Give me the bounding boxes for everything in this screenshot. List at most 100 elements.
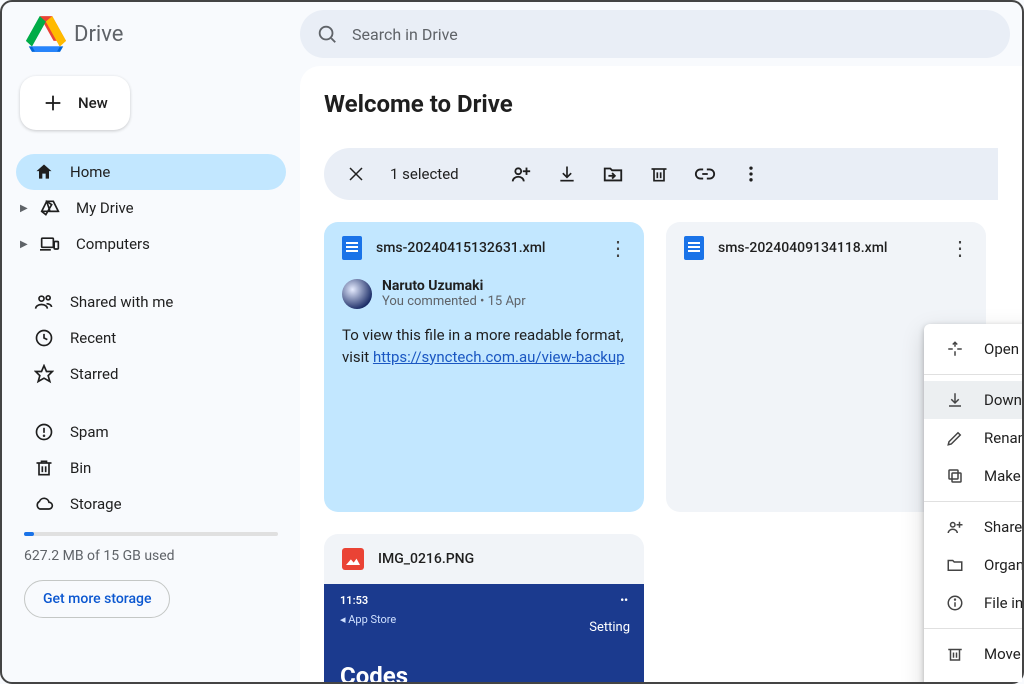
share-button[interactable] — [509, 162, 533, 186]
ctx-organise[interactable]: Organise ▸ — [924, 546, 1022, 584]
card-more-button[interactable]: ⋮ — [942, 236, 978, 260]
product-name: Drive — [74, 22, 123, 47]
trash-icon — [944, 645, 966, 663]
move-button[interactable] — [601, 162, 625, 186]
ctx-label: File information — [984, 594, 1022, 612]
ctx-download[interactable]: Download — [924, 381, 1022, 419]
devices-icon — [40, 234, 60, 254]
ctx-label: Organise — [984, 556, 1022, 574]
storage-meter — [24, 532, 278, 536]
sidebar-item-label: Shared with me — [70, 293, 173, 311]
image-preview: 11:53 •• ◂ App Store Setting Codes — [324, 584, 644, 682]
ctx-make-copy[interactable]: Make a copy Ctrl+C Ctrl+V — [924, 457, 1022, 495]
commenter-name: Naruto Uzumaki — [382, 278, 526, 294]
ctx-label: Open with — [984, 340, 1022, 358]
ctx-label: Make a copy — [984, 467, 1022, 485]
preview-subtext: ◂ App Store — [340, 613, 628, 626]
preview-settings-label: Setting — [589, 620, 630, 635]
selection-action-bar: 1 selected — [324, 148, 998, 200]
info-icon — [944, 594, 966, 612]
plus-icon — [42, 92, 64, 114]
download-button[interactable] — [555, 162, 579, 186]
shared-icon — [34, 292, 54, 312]
file-card-selected[interactable]: sms-20240415132631.xml ⋮ Naruto Uzumaki … — [324, 222, 644, 512]
sidebar-item-label: Starred — [70, 365, 118, 383]
sidebar-item-computers[interactable]: ▶ Computers — [16, 226, 286, 262]
ctx-move-to-bin[interactable]: Move to bin — [924, 635, 1022, 673]
file-name: sms-20240409134118.xml — [718, 240, 928, 256]
download-icon — [944, 391, 966, 409]
ctx-open-with[interactable]: Open with ▸ — [924, 330, 1022, 368]
ctx-label: Move to bin — [984, 645, 1022, 663]
ctx-share[interactable]: Share ▸ — [924, 508, 1022, 546]
link-button[interactable] — [693, 162, 717, 186]
new-button-label: New — [78, 94, 108, 112]
sidebar-item-spam[interactable]: Spam — [16, 414, 286, 450]
sidebar-item-my-drive[interactable]: ▶ My Drive — [16, 190, 286, 226]
star-icon — [34, 364, 54, 384]
search-placeholder: Search in Drive — [352, 25, 458, 44]
card-more-button[interactable]: ⋮ — [600, 236, 636, 260]
more-actions-button[interactable] — [739, 162, 763, 186]
sidebar-item-home[interactable]: Home — [16, 154, 286, 190]
file-type-icon — [342, 236, 362, 260]
sidebar-item-label: Recent — [70, 329, 116, 347]
storage-usage-text: 627.2 MB of 15 GB used — [16, 544, 286, 580]
drive-logo-icon — [26, 16, 66, 52]
share-icon — [944, 518, 966, 536]
bin-icon — [34, 458, 54, 478]
sidebar-item-label: Storage — [70, 495, 122, 513]
header: Drive Search in Drive — [2, 2, 1022, 66]
new-button[interactable]: New — [20, 76, 130, 130]
preview-big-label: Codes — [340, 662, 408, 682]
selection-count: 1 selected — [390, 165, 459, 183]
folder-icon — [944, 556, 966, 574]
sidebar-item-label: Bin — [70, 459, 91, 477]
drive-icon — [40, 198, 60, 218]
clock-icon — [34, 328, 54, 348]
sidebar: New Home ▶ My Drive ▶ Computers Shared w… — [2, 66, 300, 682]
page-title: Welcome to Drive — [324, 90, 998, 118]
ctx-label: Download — [984, 391, 1022, 409]
file-name: IMG_0216.PNG — [378, 551, 636, 567]
comment-body-link[interactable]: https://synctech.com.au/view-backup — [373, 348, 625, 366]
preview-time: 11:53 — [340, 594, 368, 607]
sidebar-item-storage[interactable]: Storage — [16, 486, 286, 522]
file-card-image[interactable]: IMG_0216.PNG 11:53 •• ◂ App Store Settin… — [324, 534, 644, 682]
search-icon — [316, 23, 338, 45]
sidebar-item-label: Computers — [76, 235, 150, 253]
delete-button[interactable] — [647, 162, 671, 186]
logo-area[interactable]: Drive — [10, 16, 300, 52]
ctx-rename[interactable]: Rename — [924, 419, 1022, 457]
comment-header: Naruto Uzumaki You commented • 15 Apr — [324, 274, 644, 315]
expand-icon[interactable]: ▶ — [20, 203, 26, 214]
comment-body: To view this file in a more readable for… — [324, 315, 644, 379]
ctx-label: Share — [984, 518, 1022, 536]
sidebar-item-starred[interactable]: Starred — [16, 356, 286, 392]
file-type-icon — [684, 236, 704, 260]
context-menu: Open with ▸ Download Rename Make a copy … — [924, 324, 1022, 682]
copy-icon — [944, 467, 966, 485]
sidebar-item-shared[interactable]: Shared with me — [16, 284, 286, 320]
expand-icon[interactable]: ▶ — [20, 239, 26, 250]
search-bar[interactable]: Search in Drive — [300, 10, 1010, 58]
get-more-storage-button[interactable]: Get more storage — [24, 580, 170, 618]
avatar — [342, 279, 372, 309]
content-area: Welcome to Drive 1 selected sms-20240415… — [300, 66, 1022, 682]
clear-selection-button[interactable] — [344, 162, 368, 186]
sidebar-item-label: Home — [70, 163, 110, 181]
sidebar-item-label: Spam — [70, 423, 109, 441]
spam-icon — [34, 422, 54, 442]
ctx-label: Rename — [984, 429, 1022, 447]
sidebar-item-recent[interactable]: Recent — [16, 320, 286, 356]
ctx-file-info[interactable]: File information ▸ — [924, 584, 1022, 622]
file-name: sms-20240415132631.xml — [376, 240, 586, 256]
cloud-icon — [34, 494, 54, 514]
image-file-icon — [342, 548, 364, 570]
ctx-not-helpful[interactable]: Not a helpful suggestion — [924, 673, 1022, 682]
sidebar-item-label: My Drive — [76, 199, 134, 217]
comment-meta: You commented • 15 Apr — [382, 294, 526, 309]
home-icon — [34, 162, 54, 182]
open-with-icon — [944, 340, 966, 358]
sidebar-item-bin[interactable]: Bin — [16, 450, 286, 486]
